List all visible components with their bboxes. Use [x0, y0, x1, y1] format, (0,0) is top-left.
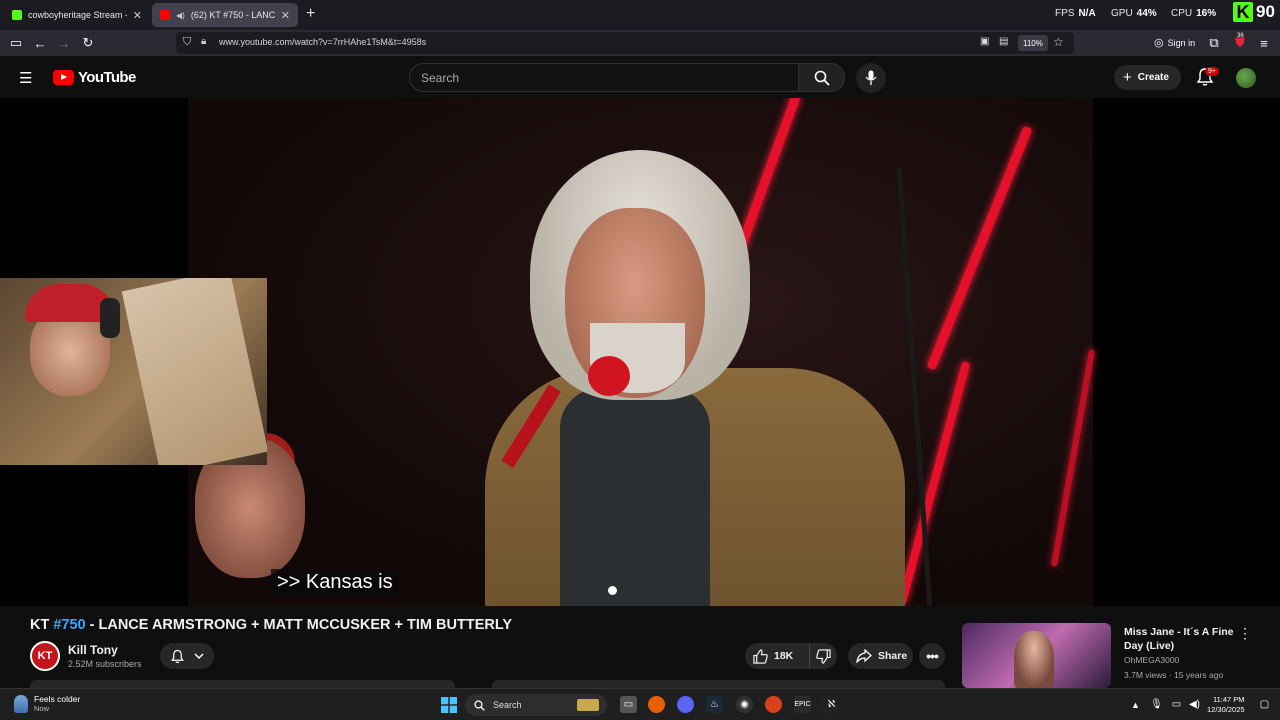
- picture-in-picture-icon[interactable]: ▣: [980, 36, 989, 47]
- volume-icon[interactable]: ◀): [1186, 696, 1203, 713]
- playback-cursor[interactable]: [608, 586, 617, 595]
- forward-icon[interactable]: →: [56, 35, 72, 51]
- weather-widget[interactable]: Feels colder Now: [14, 694, 80, 713]
- shield-icon[interactable]: ⛉: [183, 36, 191, 49]
- kick-count: 90: [1256, 2, 1275, 21]
- thumbs-up-icon: [753, 648, 768, 664]
- bell-icon: [170, 649, 184, 663]
- notification-count-badge: 9+: [1205, 67, 1219, 76]
- recommended-video-meta: 3.7M views · 15 years ago: [1124, 670, 1224, 680]
- firefox-icon[interactable]: [648, 696, 665, 713]
- reload-icon[interactable]: ↻: [80, 35, 96, 51]
- system-clock[interactable]: 11:47 PM 12/30/2025: [1207, 695, 1245, 715]
- new-tab-button[interactable]: +: [306, 5, 315, 23]
- description-box[interactable]: [30, 680, 455, 688]
- back-icon[interactable]: ←: [32, 35, 48, 51]
- recommended-video-title[interactable]: Miss Jane - It´s A Fine Day (Live): [1124, 625, 1234, 653]
- channel-avatar[interactable]: KT: [30, 641, 60, 671]
- search-icon: [474, 699, 485, 711]
- chevron-down-icon: [194, 653, 204, 660]
- browser-nav-bar: ▭ ← → ↻ ⛉ 🔒︎ www.youtube.com/watch?v=7rr…: [0, 30, 1280, 56]
- url-text[interactable]: www.youtube.com/watch?v=7rrHAhe1TsM&t=49…: [219, 37, 426, 47]
- video-caption: >> Kansas is: [271, 569, 399, 596]
- close-icon[interactable]: ✕: [133, 9, 142, 22]
- youtube-tab-icon: [160, 10, 170, 20]
- close-icon[interactable]: ✕: [281, 9, 290, 22]
- epic-games-icon[interactable]: EPIC: [794, 696, 811, 713]
- tab-kick-stream[interactable]: cowboyheritage Stream - Watch ✕: [4, 3, 150, 27]
- search-highlight-icon: [577, 699, 599, 711]
- browser-tab-strip: cowboyheritage Stream - Watch ✕ ◀) (62) …: [0, 0, 1280, 30]
- like-button[interactable]: 18K: [745, 643, 809, 669]
- url-bar[interactable]: ⛉ 🔒︎ www.youtube.com/watch?v=7rrHAhe1TsM…: [176, 32, 1074, 54]
- menu-icon[interactable]: ≡: [1256, 35, 1272, 51]
- windows-start-icon[interactable]: [440, 696, 457, 713]
- task-view-icon[interactable]: ▭: [620, 696, 637, 713]
- recommended-video-channel[interactable]: OhMEGA3000: [1124, 655, 1179, 665]
- voice-search-button[interactable]: [856, 63, 886, 93]
- lock-icon[interactable]: 🔒︎: [201, 36, 206, 47]
- audio-icon[interactable]: ◀): [176, 11, 185, 20]
- account-icon: ◎: [1154, 37, 1164, 49]
- like-count: 18K: [774, 650, 794, 662]
- tab-youtube-video[interactable]: ◀) (62) KT #750 - LANCE ARMS ✕: [152, 3, 298, 27]
- plus-icon: +: [1123, 69, 1132, 86]
- extensions-icon[interactable]: ⧉: [1206, 35, 1222, 51]
- more-horizontal-icon: •••: [926, 648, 939, 664]
- reader-view-icon[interactable]: ▤: [999, 36, 1008, 47]
- windows-taskbar: Feels colder Now Search ▭ ♨ ◉ EPIC ℵ ▲ 🎙…: [0, 688, 1280, 720]
- youtube-play-icon: [53, 70, 74, 85]
- speaker-shirt: [560, 388, 710, 606]
- app-icon[interactable]: [765, 696, 782, 713]
- chevron-up-icon[interactable]: ▲: [1127, 696, 1144, 713]
- hamburger-menu-icon[interactable]: ☰: [19, 69, 32, 87]
- share-icon: [856, 649, 872, 663]
- comments-box[interactable]: [492, 680, 945, 688]
- share-button[interactable]: Share: [848, 643, 913, 669]
- tab-title: cowboyheritage Stream - Watch: [28, 10, 127, 20]
- microphone: [588, 356, 630, 396]
- dislike-button[interactable]: [809, 643, 837, 669]
- youtube-logo[interactable]: YouTube: [53, 69, 136, 86]
- kick-logo-icon: K: [1233, 2, 1253, 22]
- youtube-header: ☰ YouTube + Create 9+: [0, 56, 1280, 98]
- taskbar-search[interactable]: Search: [465, 694, 607, 716]
- search-input[interactable]: [410, 64, 798, 91]
- sidebar-toggle-icon[interactable]: ▭: [8, 35, 24, 51]
- discord-icon[interactable]: [677, 696, 694, 713]
- more-vertical-icon[interactable]: ⋮: [1238, 625, 1252, 642]
- subscribed-notifications-button[interactable]: [160, 643, 214, 669]
- video-title: KT #750 - LANCE ARMSTRONG + MATT MCCUSKE…: [30, 617, 513, 633]
- create-button[interactable]: + Create: [1114, 65, 1181, 90]
- user-avatar[interactable]: [1236, 68, 1256, 88]
- network-icon[interactable]: ▭: [1168, 696, 1185, 713]
- obs-icon[interactable]: ◉: [736, 696, 753, 713]
- search-button[interactable]: [798, 63, 845, 92]
- search-box[interactable]: [409, 63, 799, 92]
- subscriber-count: 2.52M subscribers: [68, 659, 142, 669]
- video-player[interactable]: >> Kansas is: [0, 98, 1280, 606]
- bookmark-star-icon[interactable]: ☆: [1053, 35, 1064, 49]
- microphone-icon[interactable]: 🎙︎: [1148, 696, 1165, 713]
- kick-tab-icon: [12, 10, 22, 20]
- zoom-level[interactable]: 110%: [1018, 35, 1048, 51]
- app-icon[interactable]: ℵ: [823, 696, 840, 713]
- streamer-webcam-overlay: [0, 278, 267, 465]
- cpu-readout: CPU 16%: [1171, 8, 1217, 19]
- channel-name[interactable]: Kill Tony: [68, 643, 118, 657]
- tab-title: (62) KT #750 - LANCE ARMS: [190, 10, 275, 20]
- hashtag-link[interactable]: #750: [53, 617, 85, 633]
- search-icon: [814, 70, 830, 86]
- extension-badge: 36: [1237, 33, 1244, 39]
- more-actions-button[interactable]: •••: [919, 643, 945, 669]
- microphone-icon: [865, 70, 877, 85]
- fps-readout: FPS N/A: [1055, 8, 1096, 19]
- steam-icon[interactable]: ♨: [706, 696, 723, 713]
- thumbs-down-icon: [816, 648, 831, 664]
- recommended-video-thumbnail[interactable]: [962, 623, 1111, 688]
- gpu-readout: GPU 44%: [1111, 8, 1157, 19]
- thermometer-icon: [14, 694, 28, 713]
- sign-in-button[interactable]: ◎ Sign in: [1154, 36, 1195, 49]
- notification-center-icon[interactable]: ▢: [1256, 696, 1273, 713]
